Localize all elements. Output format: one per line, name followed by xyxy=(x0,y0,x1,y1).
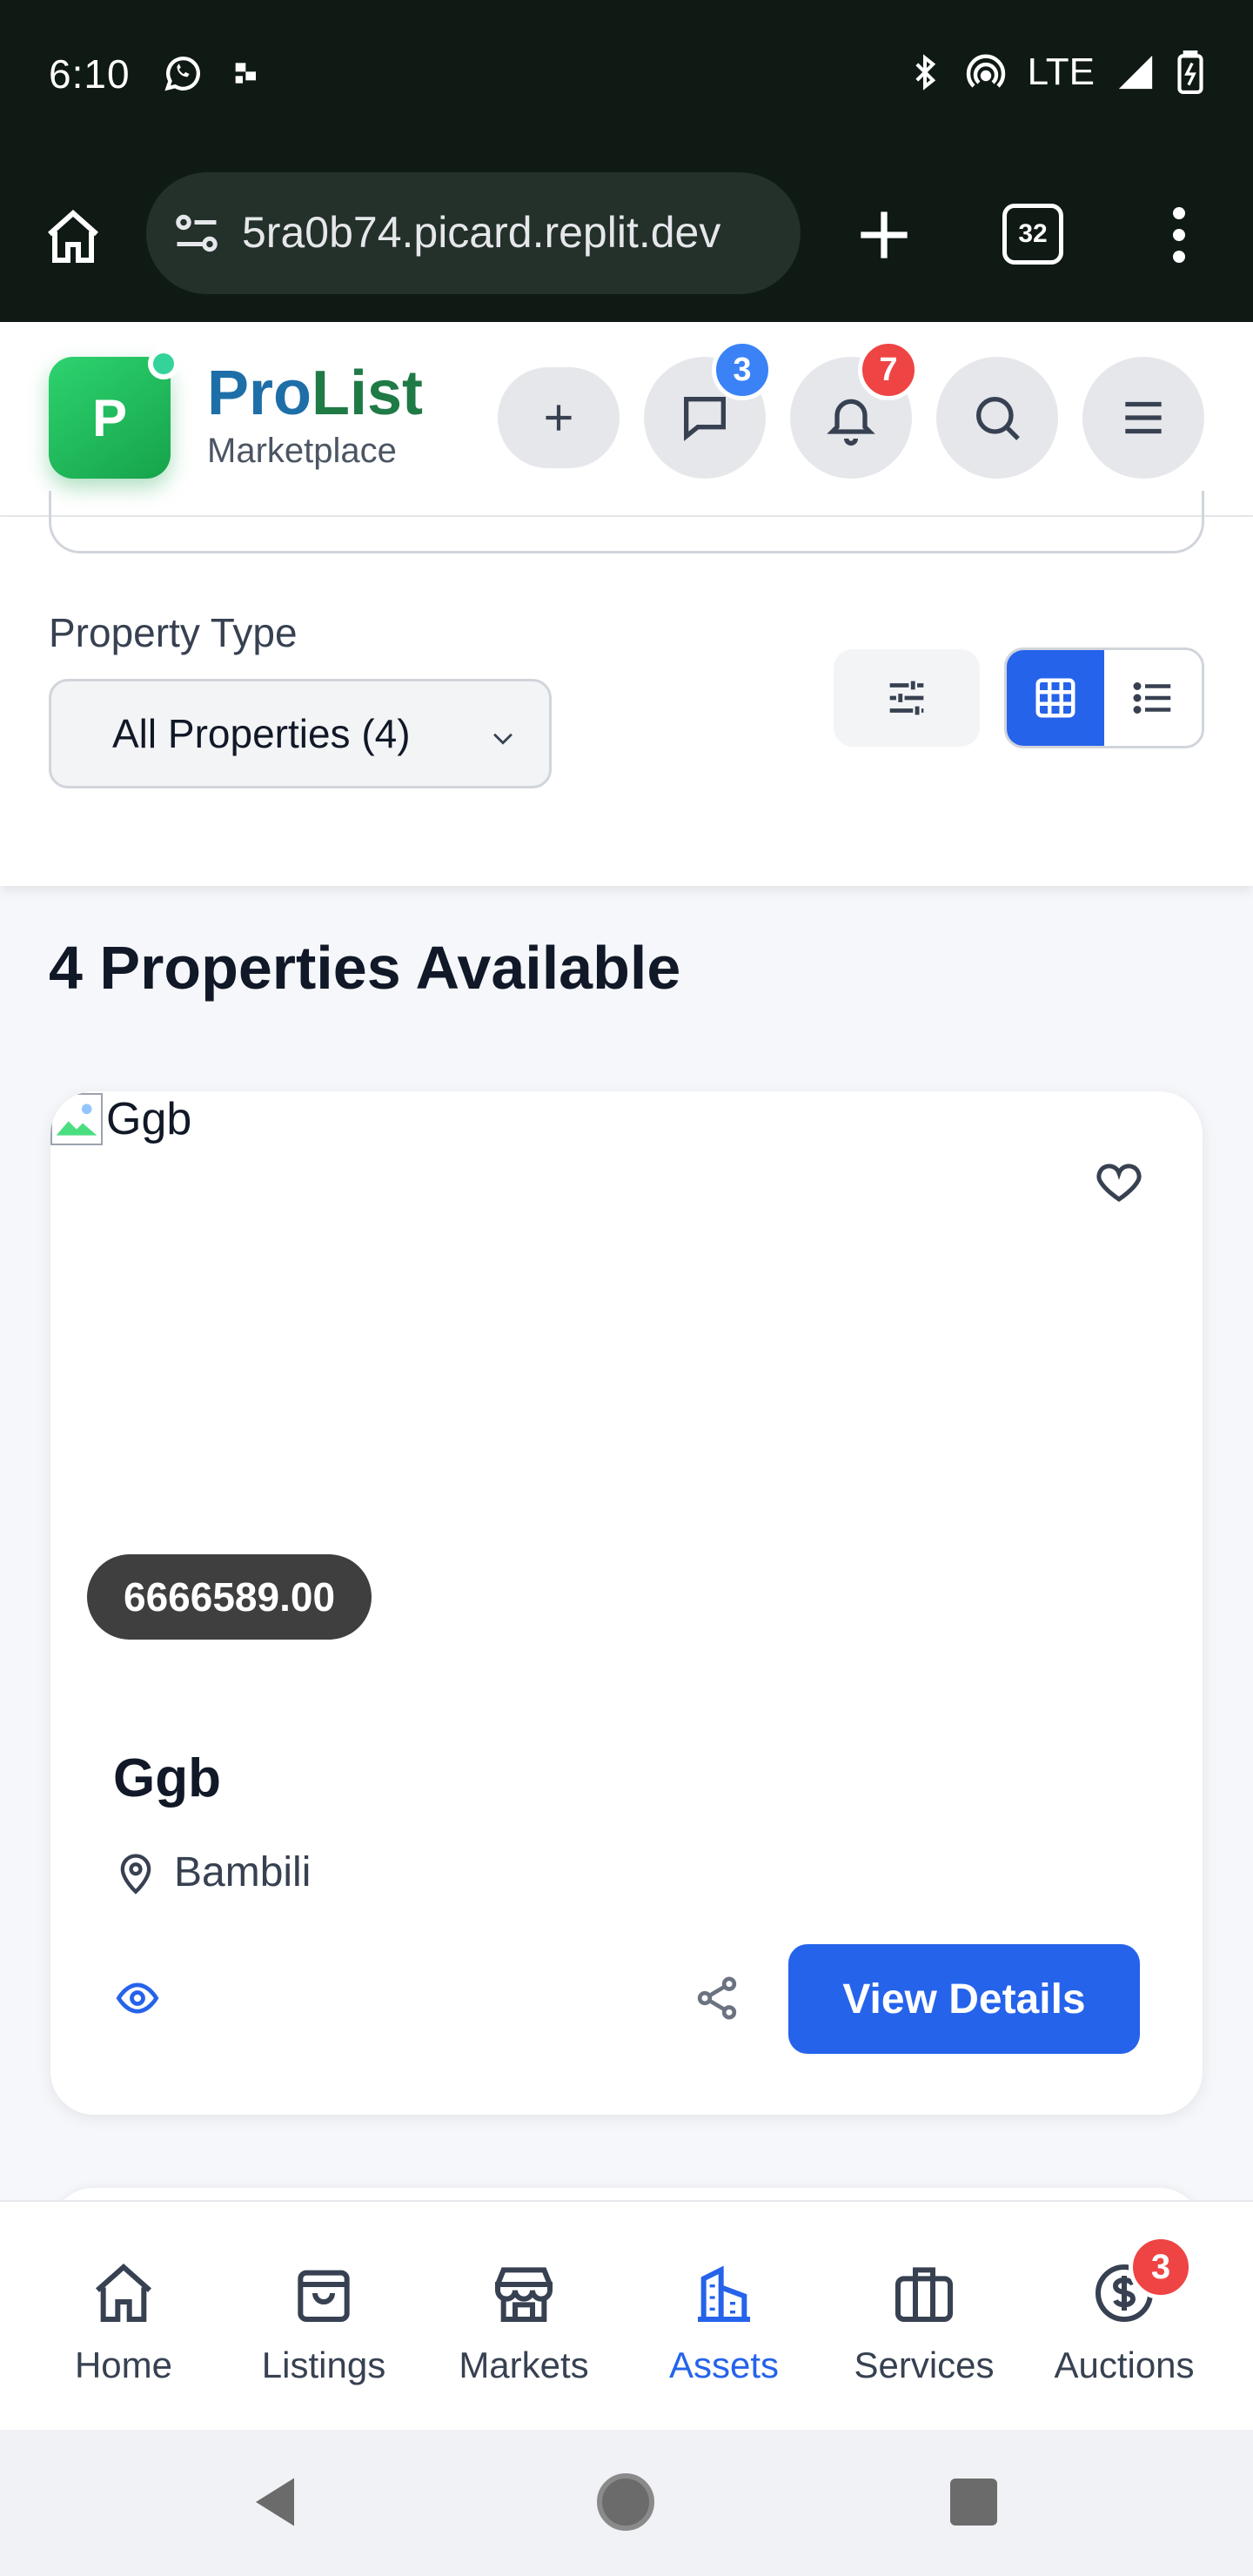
notifications-button[interactable]: 7 xyxy=(790,339,919,479)
filter-panel: Property Type All Properties (4) xyxy=(0,491,1253,886)
brand-name: ProList xyxy=(207,359,424,428)
url-text[interactable]: 5ra0b74.picard.replit.dev xyxy=(242,207,781,258)
status-time: 6:10 xyxy=(49,51,131,97)
search-icon xyxy=(976,397,1020,440)
nav-services[interactable]: Services xyxy=(824,2202,1024,2430)
plus-icon xyxy=(861,211,908,258)
hotspot-icon xyxy=(966,54,1005,88)
building-icon xyxy=(698,2265,750,2322)
share-button[interactable] xyxy=(686,1967,748,2029)
bell-icon xyxy=(827,399,875,446)
views-button[interactable] xyxy=(108,1969,167,2028)
shopping-bag-icon xyxy=(298,2270,350,2322)
nav-markets-label: Markets xyxy=(459,2345,589,2385)
status-notification-icons xyxy=(160,50,265,96)
view-toggle xyxy=(1004,647,1204,748)
whatsapp-icon xyxy=(164,57,200,91)
signal-icon xyxy=(1118,55,1153,90)
property-image[interactable]: Ggb 6666589.00 xyxy=(50,1091,1203,1697)
system-navigation-bar xyxy=(0,2430,1253,2576)
property-location: Bambili xyxy=(113,1848,311,1896)
chat-icon xyxy=(684,397,726,441)
grid-view-button[interactable] xyxy=(1007,650,1104,746)
nav-listings-label: Listings xyxy=(261,2345,386,2385)
home-icon xyxy=(48,209,98,263)
price-badge: 6666589.00 xyxy=(87,1554,372,1640)
heart-icon xyxy=(1096,1164,1142,1202)
network-label: LTE xyxy=(1027,50,1095,93)
property-type-label: Property Type xyxy=(49,610,298,655)
sliders-icon xyxy=(889,681,924,715)
grid-icon xyxy=(1035,678,1075,718)
recent-apps-button[interactable] xyxy=(950,2479,997,2526)
status-bar: 6:10 LTE xyxy=(0,0,1253,148)
property-card[interactable]: Ggb 6666589.00 Ggb Bambili View Details xyxy=(50,1091,1203,2115)
auctions-badge: 3 xyxy=(1129,2235,1193,2299)
notifications-badge: 7 xyxy=(858,339,919,400)
nav-services-label: Services xyxy=(854,2345,995,2385)
add-listing-button[interactable] xyxy=(498,367,620,468)
nav-auctions[interactable]: Auctions 3 xyxy=(1024,2202,1224,2430)
new-tab-button[interactable] xyxy=(849,200,919,270)
messages-badge: 3 xyxy=(712,339,773,400)
view-details-button[interactable]: View Details xyxy=(788,1944,1140,2054)
share-icon xyxy=(697,1976,737,2020)
menu-button[interactable] xyxy=(1082,357,1204,479)
browser-menu-button[interactable] xyxy=(1157,200,1201,270)
app-notification-icon xyxy=(235,63,256,84)
broken-image: Ggb xyxy=(50,1093,191,1145)
property-type-value: All Properties (4) xyxy=(112,711,411,756)
nav-listings[interactable]: Listings xyxy=(224,2202,424,2430)
nav-assets[interactable]: Assets xyxy=(624,2202,824,2430)
broken-image-icon xyxy=(50,1093,103,1145)
hamburger-icon xyxy=(1125,401,1162,434)
nav-auctions-label: Auctions xyxy=(1054,2345,1195,2385)
messages-button[interactable]: 3 xyxy=(644,339,773,479)
search-button[interactable] xyxy=(936,357,1058,479)
brand[interactable]: ProList Marketplace xyxy=(207,362,423,471)
image-alt-text: Ggb xyxy=(106,1094,192,1144)
chevron-down-icon xyxy=(493,733,513,745)
tab-switcher-button[interactable]: 32 xyxy=(1002,204,1063,265)
online-indicator xyxy=(148,348,179,379)
search-field-edge[interactable] xyxy=(49,491,1204,553)
home-icon xyxy=(96,2263,151,2322)
bottom-navigation: Home Listings Markets Assets Services Au… xyxy=(0,2200,1253,2430)
nav-markets[interactable]: Markets xyxy=(424,2202,624,2430)
nav-home[interactable]: Home xyxy=(23,2202,224,2430)
advanced-filters-button[interactable] xyxy=(834,649,980,747)
browser-toolbar: 5ra0b74.picard.replit.dev 32 xyxy=(0,148,1253,322)
system-home-button[interactable] xyxy=(597,2473,654,2531)
property-title[interactable]: Ggb xyxy=(113,1748,221,1809)
results-title: 4 Properties Available xyxy=(49,934,681,1002)
map-pin-icon xyxy=(120,1853,151,1895)
nav-assets-label: Assets xyxy=(668,2345,780,2385)
nav-home-label: Home xyxy=(74,2345,173,2385)
eye-icon xyxy=(116,1982,159,2014)
battery-icon xyxy=(1177,50,1203,94)
property-type-select[interactable]: All Properties (4) xyxy=(49,679,552,788)
briefcase-icon xyxy=(895,2267,953,2322)
browser-home-button[interactable] xyxy=(38,202,108,272)
brand-subtitle: Marketplace xyxy=(207,432,397,470)
site-settings-icon[interactable] xyxy=(171,207,223,259)
app-header: P ProList Marketplace 3 7 xyxy=(0,322,1253,517)
status-system-icons: LTE xyxy=(906,50,1204,94)
store-icon xyxy=(495,2267,553,2322)
back-icon[interactable] xyxy=(251,2473,299,2531)
list-icon xyxy=(1133,682,1171,714)
url-bar[interactable]: 5ra0b74.picard.replit.dev xyxy=(146,172,801,294)
favorite-button[interactable] xyxy=(1084,1147,1154,1217)
plus-icon xyxy=(546,405,572,431)
location-text: Bambili xyxy=(174,1849,312,1895)
list-view-button[interactable] xyxy=(1104,650,1202,746)
bluetooth-icon xyxy=(915,54,935,91)
